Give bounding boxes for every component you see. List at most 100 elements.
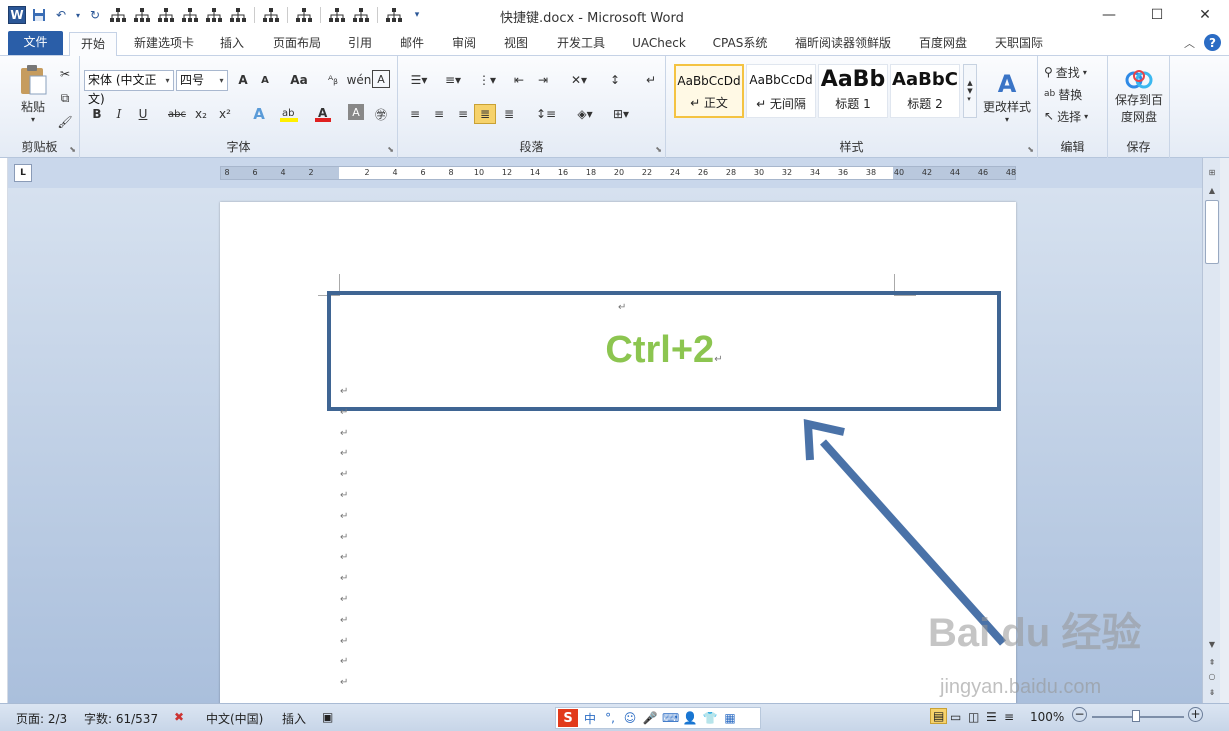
tab-selector-button[interactable]: L	[14, 164, 32, 182]
underline-button[interactable]: U	[132, 104, 154, 124]
sort-icon[interactable]: ↕	[604, 70, 626, 90]
save-icon[interactable]	[30, 6, 48, 24]
style-no-spacing[interactable]: AaBbCcDd ↵ 无间隔	[746, 64, 816, 118]
change-styles-button[interactable]: A 更改样式 ▾	[980, 62, 1034, 132]
tab-review[interactable]: 审阅	[444, 32, 484, 56]
change-case-button[interactable]: Aa	[286, 70, 312, 90]
dialog-launcher-icon[interactable]: ⬊	[69, 145, 76, 154]
paste-button[interactable]: 粘贴 ▾	[14, 62, 52, 126]
browse-object-icon[interactable]: ○	[1203, 668, 1221, 684]
org-chart-icon[interactable]	[156, 6, 176, 24]
clear-formatting-icon[interactable]: ᴬᵦ	[322, 70, 344, 90]
org-chart-icon[interactable]	[261, 6, 281, 24]
maximize-button[interactable]: ☐	[1133, 0, 1181, 30]
language-status[interactable]: 中文(中国)	[206, 710, 263, 727]
org-chart-icon[interactable]	[327, 6, 347, 24]
zoom-out-button[interactable]: −	[1072, 707, 1087, 722]
tab-mailings[interactable]: 邮件	[392, 32, 432, 56]
chinese-layout-icon[interactable]: ✕▾	[564, 70, 594, 90]
format-painter-icon[interactable]: 🖌	[54, 112, 76, 132]
align-right-icon[interactable]: ≡	[452, 104, 474, 124]
tab-home[interactable]: 开始	[69, 32, 117, 56]
font-size-combo[interactable]: 四号 ▾	[176, 70, 228, 91]
keyboard-icon[interactable]: ⌨	[662, 711, 679, 725]
show-marks-icon[interactable]: ↵	[640, 70, 662, 90]
draft-icon[interactable]: ≡	[1004, 710, 1014, 724]
minimize-ribbon-icon[interactable]: ︿	[1184, 35, 1195, 51]
horizontal-ruler[interactable]: 8 6 4 2 2 4 6 8 10 12 14 16 18 20 22 24 26 28 30 32 34 36 38 40…	[220, 166, 1016, 180]
help-icon[interactable]: ?	[1204, 34, 1221, 51]
skin-icon[interactable]: 👕	[702, 711, 718, 725]
zoom-in-button[interactable]: +	[1188, 707, 1203, 722]
grow-font-button[interactable]: A	[232, 70, 254, 90]
dropdown-icon[interactable]: ▾	[74, 6, 82, 24]
tab-uacheck[interactable]: UACheck	[624, 32, 694, 56]
user-icon[interactable]: 👤	[682, 711, 698, 725]
save-to-baidu-button[interactable]: 保存到百度网盘	[1112, 62, 1166, 132]
tab-foxit[interactable]: 福昕阅读器领鲜版	[786, 32, 900, 56]
decrease-indent-icon[interactable]: ⇤	[508, 70, 530, 90]
tab-developer[interactable]: 开发工具	[548, 32, 614, 56]
insert-mode[interactable]: 插入	[282, 710, 306, 727]
font-color-icon[interactable]: A	[312, 104, 334, 124]
dialog-launcher-icon[interactable]: ⬊	[1027, 145, 1034, 154]
justify-icon[interactable]: ≣	[474, 104, 496, 124]
org-chart-icon[interactable]	[384, 6, 404, 24]
strikethrough-button[interactable]: abc	[166, 104, 188, 124]
dialog-launcher-icon[interactable]: ⬊	[387, 145, 394, 154]
align-left-icon[interactable]: ≡	[404, 104, 426, 124]
word-count[interactable]: 字数: 61/537	[84, 710, 158, 727]
superscript-button[interactable]: x²	[214, 104, 236, 124]
org-chart-icon[interactable]	[132, 6, 152, 24]
org-chart-icon[interactable]	[351, 6, 371, 24]
proofing-icon[interactable]: ✖	[174, 710, 184, 724]
tab-new-tab[interactable]: 新建选项卡	[124, 32, 204, 56]
style-heading-1[interactable]: AaBb 标题 1	[818, 64, 888, 118]
text-effects-icon[interactable]: A	[248, 104, 270, 124]
zoom-level[interactable]: 100%	[1030, 710, 1064, 724]
highlight-icon[interactable]: ab	[278, 104, 300, 124]
org-chart-icon[interactable]	[228, 6, 248, 24]
tab-cpas[interactable]: CPAS系统	[706, 32, 774, 56]
tab-references[interactable]: 引用	[340, 32, 380, 56]
scroll-up-icon[interactable]: ▲	[1203, 182, 1221, 198]
tab-insert[interactable]: 插入	[212, 32, 252, 56]
org-chart-icon[interactable]	[180, 6, 200, 24]
character-shading-icon[interactable]: A	[348, 104, 364, 120]
tab-view[interactable]: 视图	[496, 32, 536, 56]
styles-gallery-scroll[interactable]: ▲ ▼ ▾	[963, 64, 977, 118]
scroll-down-icon[interactable]: ▼	[1203, 636, 1221, 652]
ime-language[interactable]: 中	[582, 710, 598, 727]
copy-icon[interactable]: ⧉	[54, 88, 76, 108]
style-heading-2[interactable]: AaBbC 标题 2	[890, 64, 960, 118]
close-button[interactable]: ✕	[1181, 0, 1229, 30]
bullets-icon[interactable]: ☰▾	[404, 70, 434, 90]
zoom-slider-thumb[interactable]	[1132, 710, 1140, 722]
microphone-icon[interactable]: 🎤	[642, 711, 658, 725]
scrollbar-thumb[interactable]	[1205, 200, 1219, 264]
select-button[interactable]: ↖ 选择 ▾	[1044, 106, 1088, 126]
tab-tianzhi[interactable]: 天职国际	[986, 32, 1052, 56]
cut-icon[interactable]: ✂	[54, 64, 76, 84]
page-count[interactable]: 页面: 2/3	[16, 710, 67, 727]
replace-button[interactable]: ab 替换	[1044, 84, 1082, 104]
ruler-toggle-icon[interactable]: ⊞	[1203, 164, 1221, 180]
punctuation-icon[interactable]: °,	[602, 711, 618, 725]
macro-record-icon[interactable]: ▣	[322, 710, 333, 724]
customize-qat-icon[interactable]: ▾	[408, 6, 426, 24]
enclose-characters-icon[interactable]: ㊫	[370, 104, 392, 124]
vertical-scrollbar[interactable]: ⊞ ▲ ▼ ⇞ ○ ⇟	[1202, 158, 1220, 703]
phonetic-guide-icon[interactable]: wén	[347, 70, 372, 90]
style-normal[interactable]: AaBbCcDd ↵ 正文	[674, 64, 744, 118]
tab-baidu-netdisk[interactable]: 百度网盘	[910, 32, 976, 56]
multilevel-list-icon[interactable]: ⋮▾	[472, 70, 502, 90]
next-page-icon[interactable]: ⇟	[1203, 684, 1221, 700]
tab-file[interactable]: 文件	[8, 31, 63, 55]
find-button[interactable]: ⚲ 查找 ▾	[1044, 62, 1087, 82]
borders-icon[interactable]: ⊞▾	[606, 104, 636, 124]
minimize-button[interactable]: —	[1085, 0, 1133, 30]
italic-button[interactable]: I	[108, 104, 130, 124]
bold-button[interactable]: B	[86, 104, 108, 124]
numbering-icon[interactable]: ≡▾	[438, 70, 468, 90]
align-center-icon[interactable]: ≡	[428, 104, 450, 124]
